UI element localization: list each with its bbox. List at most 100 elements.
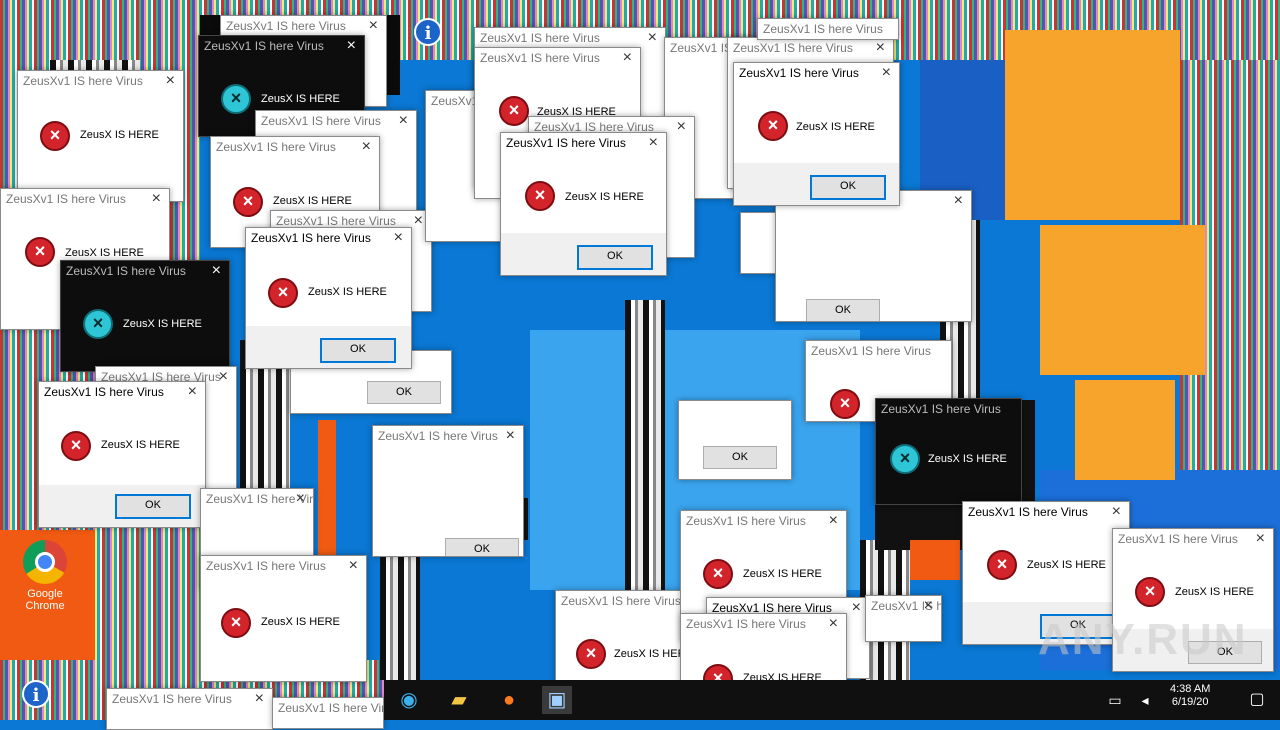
error-dialog[interactable]: ZeusXv1 IS here Virus × × ZeusX IS HERE bbox=[17, 70, 184, 202]
close-icon[interactable]: × bbox=[349, 557, 358, 575]
close-icon[interactable]: × bbox=[829, 615, 838, 633]
close-icon[interactable]: × bbox=[1112, 503, 1121, 521]
network-icon[interactable]: ▭ bbox=[1100, 686, 1130, 714]
file-explorer-icon[interactable]: ▰ bbox=[444, 686, 474, 714]
dialog-message: ZeusX IS HERE bbox=[273, 195, 352, 207]
dialog-message: ZeusX IS HERE bbox=[1027, 559, 1106, 571]
error-dialog[interactable]: × OK bbox=[775, 190, 972, 322]
error-dialog[interactable]: ZeusXv1 IS here Virus × OK bbox=[372, 425, 524, 557]
error-icon: × bbox=[576, 639, 606, 669]
close-icon[interactable]: × bbox=[362, 138, 371, 156]
ok-button[interactable]: OK bbox=[703, 446, 777, 469]
dialog-title: ZeusXv1 IS here Virus bbox=[480, 51, 600, 65]
error-dialog[interactable]: ZeusXv1 IS here Virus × × ZeusX IS HERE bbox=[200, 555, 367, 682]
close-icon[interactable]: × bbox=[212, 262, 221, 280]
close-icon[interactable]: × bbox=[414, 212, 423, 230]
error-dialog[interactable]: ZeusXv1 IS here Virus × bbox=[106, 688, 273, 730]
error-icon: × bbox=[268, 278, 298, 308]
dialog-title: ZeusXv1 IS here Virus bbox=[6, 192, 126, 206]
close-icon[interactable]: × bbox=[399, 112, 408, 130]
close-icon[interactable]: × bbox=[152, 190, 161, 208]
dialog-message: ZeusX IS HERE bbox=[123, 318, 202, 330]
close-icon[interactable]: × bbox=[506, 427, 515, 445]
dialog-title: ZeusXv1 IS here Virus bbox=[226, 19, 346, 33]
error-icon: × bbox=[703, 559, 733, 589]
dialog-message: ZeusX IS HERE bbox=[261, 616, 340, 628]
volume-icon[interactable]: ◂ bbox=[1130, 686, 1160, 714]
error-dialog[interactable]: ZeusXv1 IS here Virus × × ZeusX IS HERE … bbox=[733, 62, 900, 206]
dialog-title: ZeusXv1 IS here Virus bbox=[261, 114, 381, 128]
ok-button[interactable]: OK bbox=[806, 299, 880, 321]
taskbar-clock[interactable]: 4:38 AM 6/19/20 bbox=[1170, 683, 1210, 709]
dialog-title: ZeusXv1 IS here Virus bbox=[686, 617, 806, 631]
close-icon[interactable]: × bbox=[649, 134, 658, 152]
close-icon[interactable]: × bbox=[829, 512, 838, 530]
ok-button[interactable]: OK bbox=[810, 175, 886, 200]
ok-button[interactable]: OK bbox=[577, 245, 653, 270]
error-dialog[interactable]: ZeusXv1 IS here Virus × × ZeusX IS HERE … bbox=[500, 132, 667, 276]
dialog-title: ZeusXv1 IS here Virus bbox=[811, 344, 931, 358]
dialog-title: ZeusXv1 IS here Virus bbox=[506, 136, 626, 150]
ok-button[interactable]: OK bbox=[320, 338, 396, 363]
close-icon[interactable]: × bbox=[648, 29, 657, 47]
dialog-title: ZeusXv1 IS here Virus bbox=[739, 66, 859, 80]
error-dialog[interactable]: ZeusXv1 IS here Virus bbox=[272, 697, 384, 729]
clock-time: 4:38 AM bbox=[1170, 683, 1211, 695]
close-icon[interactable]: × bbox=[255, 690, 264, 708]
info-icon: i bbox=[414, 18, 442, 46]
close-icon[interactable]: × bbox=[623, 49, 632, 67]
dialog-message: ZeusX IS HERE bbox=[928, 453, 1007, 465]
close-icon[interactable]: × bbox=[882, 64, 891, 82]
error-icon: × bbox=[830, 389, 860, 419]
close-icon[interactable]: × bbox=[347, 37, 356, 55]
error-dialog[interactable]: ZeusXv1 IS here Virus × ZeusX IS HERE bbox=[875, 398, 1022, 505]
error-dialog[interactable]: ZeusXv1 IS here Virus × × ZeusX IS HERE … bbox=[38, 381, 206, 528]
error-dialog[interactable]: OK bbox=[678, 400, 792, 480]
edge-icon[interactable]: ◉ bbox=[394, 686, 424, 714]
close-icon[interactable]: × bbox=[924, 597, 933, 615]
notification-icon[interactable]: ▢ bbox=[1242, 686, 1272, 714]
error-icon: × bbox=[758, 111, 788, 141]
close-icon[interactable]: × bbox=[852, 599, 861, 617]
dialog-message: ZeusX IS HERE bbox=[743, 568, 822, 580]
dialog-title: ZeusXv1 IS here Virus bbox=[686, 514, 806, 528]
stripes-4 bbox=[625, 300, 665, 590]
dialog-title: ZeusXv1 IS here Virus bbox=[480, 31, 600, 45]
close-icon[interactable]: × bbox=[188, 383, 197, 401]
close-icon[interactable]: × bbox=[954, 192, 963, 210]
error-dialog[interactable]: ZeusXv1 IS here Virus bbox=[757, 18, 899, 40]
close-icon[interactable]: × bbox=[876, 39, 885, 57]
close-icon[interactable]: × bbox=[296, 490, 305, 508]
dialog-title: ZeusXv1 IS here Virus bbox=[276, 214, 396, 228]
error-dialog[interactable]: ZeusXv1 IS here Virus × × ZeusX IS HERE bbox=[680, 613, 847, 685]
error-dialog[interactable]: ZeusXv1 IS here Virus × bbox=[865, 595, 942, 642]
close-icon[interactable]: × bbox=[166, 72, 175, 90]
error-icon: × bbox=[221, 608, 251, 638]
close-icon[interactable]: × bbox=[677, 118, 686, 136]
error-icon: × bbox=[61, 431, 91, 461]
orange-panel-2 bbox=[1040, 225, 1205, 375]
close-icon[interactable]: × bbox=[1256, 530, 1265, 548]
desktop-icon-chrome[interactable]: Google Chrome bbox=[14, 540, 76, 612]
error-icon: × bbox=[25, 237, 55, 267]
dialog-title: ZeusXv1 IS here Virus bbox=[378, 429, 498, 443]
dialog-message: ZeusX IS HERE bbox=[261, 93, 340, 105]
ok-button[interactable]: OK bbox=[367, 381, 441, 404]
ok-button[interactable]: OK bbox=[115, 494, 191, 519]
error-dialog[interactable]: ZeusXv1 IS here Virus × × ZeusX IS HERE … bbox=[245, 227, 412, 369]
error-dialog[interactable]: ZeusXv1 IS here Virus × × ZeusX IS HERE bbox=[60, 260, 230, 372]
dialog-title: ZeusXv1 IS here Virus bbox=[968, 505, 1088, 519]
error-dialog[interactable]: ZeusXv1 IS here Virus × ZeusX IS HERE bbox=[555, 590, 682, 682]
dialog-title: ZeusXv1 IS here Virus bbox=[206, 559, 326, 573]
clock-date: 6/19/20 bbox=[1171, 696, 1209, 708]
close-icon[interactable]: × bbox=[394, 229, 403, 247]
error-icon: × bbox=[890, 444, 920, 474]
active-window-icon[interactable]: ▣ bbox=[542, 686, 572, 714]
dialog-message: ZeusX IS HERE bbox=[614, 648, 681, 660]
dialog-title: ZeusXv1 IS here Virus bbox=[44, 385, 164, 399]
ok-button[interactable]: OK bbox=[445, 538, 519, 556]
firefox-icon[interactable]: ● bbox=[494, 686, 524, 714]
close-icon[interactable]: × bbox=[219, 368, 228, 386]
close-icon[interactable]: × bbox=[369, 17, 378, 35]
dialog-title: ZeusXv1 IS here Virus bbox=[66, 264, 186, 278]
